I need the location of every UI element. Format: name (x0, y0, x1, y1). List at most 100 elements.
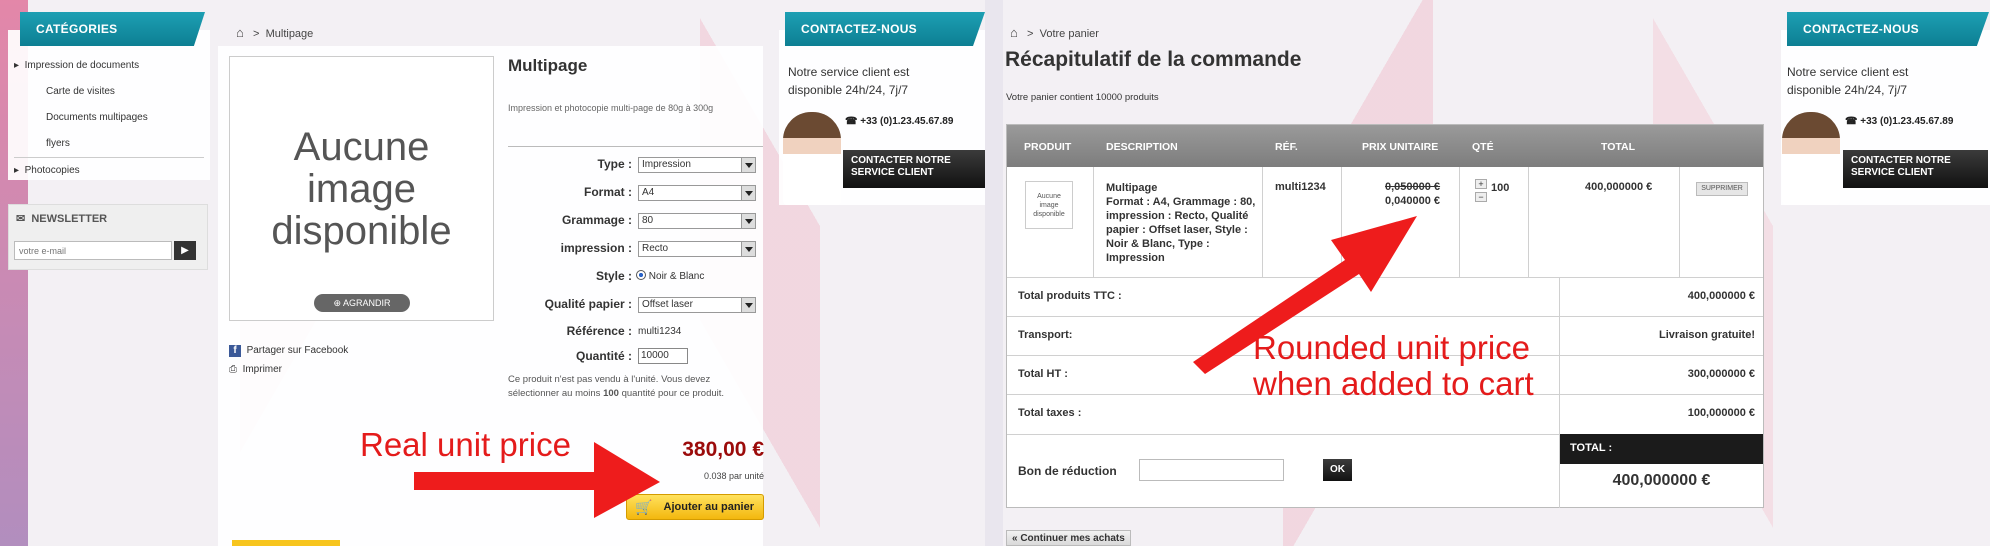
quality-select-value: Offset laser (642, 299, 693, 310)
type-select[interactable]: Impression (638, 157, 756, 173)
field-label-quality: Qualité papier : (544, 297, 632, 311)
total-label: Total : (1560, 434, 1763, 464)
cart-item-ref: multi1234 (1275, 181, 1326, 193)
column-header: Qté (1472, 141, 1494, 153)
voucher-ok-button[interactable]: OK (1323, 459, 1352, 481)
print-link[interactable]: ⎙ Imprimer (229, 364, 282, 375)
quantity-increase-button[interactable]: + (1475, 179, 1487, 189)
newsletter-title: ✉ Newsletter (16, 212, 107, 225)
cart-item-old-price: 0,050000 € (1385, 181, 1441, 193)
summary-value: 400,000000 € (1687, 290, 1755, 302)
quantity-decrease-button[interactable]: − (1475, 192, 1487, 202)
contact-service-button[interactable]: Contacter notre service client (843, 150, 985, 188)
cart-item-quantity[interactable]: 100 (1491, 182, 1521, 194)
yellow-strip (232, 540, 340, 546)
field-label-reference: Référence : (566, 324, 632, 338)
print-label: Imprimer (242, 364, 283, 375)
column-header: Réf. (1275, 141, 1298, 153)
breadcrumb-separator: > (1027, 28, 1034, 40)
zoom-icon: ⊕ (333, 298, 341, 308)
composite-screenshot: Catégories ▸ Impression de documents Car… (0, 0, 1990, 546)
summary-label: Total produits TTC : (1018, 290, 1122, 302)
contact-title: Contactez-nous (785, 12, 985, 46)
cart-count: Votre panier contient 10000 produits (1006, 92, 1159, 103)
quantity-input[interactable]: 10000 (638, 348, 688, 364)
home-icon[interactable]: ⌂ (1010, 25, 1018, 40)
summary-value: Livraison gratuite! (1659, 329, 1755, 341)
category-item-print[interactable]: ▸ Impression de documents (14, 60, 139, 71)
newsletter-submit-button[interactable]: ▶ (174, 241, 196, 260)
impression-select[interactable]: Recto (638, 241, 756, 257)
chevron-down-icon (741, 186, 755, 200)
voucher-input[interactable] (1139, 459, 1284, 481)
breadcrumb: ⌂ > Multipage (236, 25, 313, 40)
column-header: Produit (1024, 141, 1072, 153)
categories-title: Catégories (20, 12, 205, 46)
chevron-down-icon (741, 214, 755, 228)
style-radio[interactable]: Noir & Blanc (636, 270, 704, 282)
chevron-down-icon (741, 298, 755, 312)
summary-value: 100,000000 € (1687, 407, 1755, 419)
support-agent-avatar (783, 112, 841, 205)
column-header: Description (1106, 141, 1178, 153)
summary-value: 300,000000 € (1687, 368, 1755, 380)
field-label-format: Format : (584, 185, 632, 199)
contact-phone-number: +33 (0)1.23.45.67.89 (1860, 116, 1954, 127)
breadcrumb: ⌂ > Votre panier (1010, 25, 1099, 40)
enlarge-button[interactable]: ⊕ Agrandir (314, 294, 410, 312)
contact-phone: ☎ +33 (0)1.23.45.67.89 (845, 116, 953, 127)
contact-service-button[interactable]: Contacter notre service client (1843, 150, 1988, 188)
total-value: 400,000000 € (1612, 472, 1711, 489)
field-label-style: Style : (595, 269, 632, 283)
home-icon[interactable]: ⌂ (236, 25, 244, 40)
product-image-placeholder[interactable]: Aucune image disponible (229, 56, 494, 321)
subcategory-item[interactable]: Documents multipages (46, 112, 148, 123)
cart-item-thumbnail[interactable]: Aucune image disponible (1025, 181, 1073, 229)
category-label: Photocopies (24, 165, 80, 176)
field-label-grammage: Grammage : (561, 213, 632, 227)
triangle-right-icon: ▸ (14, 60, 20, 71)
minimum-quantity-note: Ce produit n'est pas vendu à l'unité. Vo… (508, 373, 760, 401)
divider (1459, 167, 1460, 277)
category-item-photocopies[interactable]: ▸ Photocopies (14, 165, 80, 176)
red-arrow-icon (1193, 216, 1417, 374)
continue-shopping-button[interactable]: « Continuer mes achats (1006, 530, 1131, 546)
divider (14, 157, 204, 158)
column-header: Prix unitaire (1362, 141, 1439, 153)
min-qty-value: 100 (603, 388, 619, 399)
cart-page-screenshot: ⌂ > Votre panier Récapitulatif de la com… (1003, 0, 1990, 546)
newsletter-email-input[interactable] (14, 241, 172, 260)
enlarge-label: Agrandir (343, 298, 391, 308)
delete-item-button[interactable]: Supprimer (1696, 182, 1748, 196)
play-icon: ▶ (181, 245, 189, 256)
product-page-screenshot: Catégories ▸ Impression de documents Car… (0, 0, 985, 546)
subcategory-item[interactable]: flyers (46, 138, 70, 149)
grammage-select[interactable]: 80 (638, 213, 756, 229)
cart-item-name[interactable]: Multipage (1106, 181, 1256, 195)
contact-title: Contactez-nous (1787, 12, 1989, 46)
contact-text: Notre service client est disponible 24h/… (1787, 65, 1909, 97)
field-label-type: Type : (597, 157, 632, 171)
summary-label: Total taxes : (1018, 407, 1082, 419)
voucher-label: Bon de réduction (1018, 464, 1117, 478)
subcategory-item[interactable]: Carte de visites (46, 86, 115, 97)
product-title: Multipage (508, 56, 588, 75)
summary-label: Transport: (1018, 329, 1073, 341)
field-label-impression: impression : (560, 241, 632, 255)
phone-icon: ☎ (1845, 116, 1858, 127)
phone-icon: ☎ (845, 116, 858, 127)
quality-select[interactable]: Offset laser (638, 297, 756, 313)
share-facebook-label: Partager sur Facebook (246, 345, 349, 356)
share-facebook-link[interactable]: f Partager sur Facebook (229, 345, 348, 357)
chevron-down-icon (741, 242, 755, 256)
newsletter-label: Newsletter (31, 213, 108, 225)
divider (1093, 167, 1094, 277)
format-select[interactable]: A4 (638, 185, 756, 201)
column-header: Total (1601, 141, 1636, 153)
contact-phone-number: +33 (0)1.23.45.67.89 (860, 116, 954, 127)
divider (508, 146, 763, 147)
chevron-down-icon (741, 158, 755, 172)
red-arrow-icon (414, 442, 660, 518)
printer-icon: ⎙ (229, 364, 237, 375)
category-label: Impression de documents (24, 60, 140, 71)
